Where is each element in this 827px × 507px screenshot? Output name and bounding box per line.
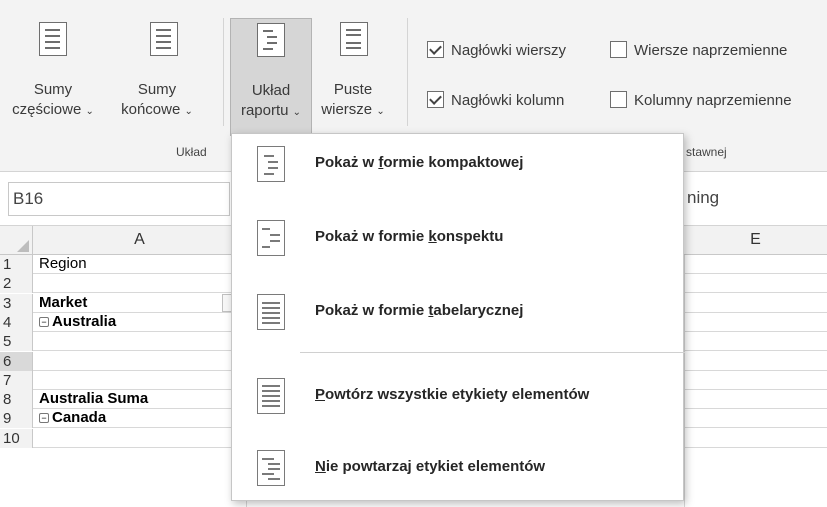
subtotals-button[interactable]: Sumy częściowe ⌄ [8,18,98,136]
grand-totals-label-1: Sumy [137,81,177,98]
chevron-down-icon: ⌄ [376,106,385,117]
blank-rows-label-2: wiersze [321,101,373,118]
blank-rows-icon [340,22,368,56]
chevron-down-icon: ⌄ [85,106,94,117]
row-header[interactable]: 10 [0,428,33,448]
cell-a[interactable]: Market [36,294,246,313]
row-header[interactable]: 8 [0,390,33,410]
cell-a[interactable] [36,429,246,448]
cell-a[interactable] [36,274,246,293]
compact-form-icon [257,146,285,182]
collapse-icon[interactable]: − [39,413,49,424]
style-group-label: stawnej [686,145,727,159]
cell-text: Australia Suma [39,390,149,408]
cell-a[interactable]: Region [36,255,246,274]
grand-totals-button[interactable]: Sumy końcowe ⌄ [97,18,217,136]
row-headers-checkbox[interactable]: Nagłówki wierszy [427,41,566,59]
chevron-down-icon: ⌄ [292,107,302,118]
cell-a[interactable]: − Australia [36,313,246,332]
banded-rows-checkbox[interactable]: Wiersze naprzemienne [610,41,787,59]
row-header[interactable]: 5 [0,332,33,352]
column-header-e[interactable]: E [684,226,827,255]
menu-item-outline-form[interactable]: Pokaż w formie konspektu [232,208,685,268]
checkbox-unchecked-icon [610,91,627,108]
repeat-labels-icon [257,378,285,414]
row-header[interactable]: 6 [0,351,33,371]
banded-columns-checkbox[interactable]: Kolumny naprzemienne [610,91,792,109]
cell-a[interactable] [36,352,246,371]
cell-a[interactable]: − Canada [36,409,246,428]
column-header-a[interactable]: A [34,226,246,255]
ribbon-separator [223,18,224,126]
cell-text: Canada [52,409,107,427]
menu-item-tabular-form[interactable]: Pokaż w formie tabelarycznej [232,282,685,342]
formula-content[interactable]: ning [687,188,719,208]
row-header[interactable]: 3 [0,293,33,313]
row-header[interactable]: 9 [0,409,33,429]
chevron-down-icon: ⌄ [184,106,193,117]
row-header[interactable]: 7 [0,370,33,390]
checkbox-checked-icon [427,41,444,58]
column-headers-checkbox[interactable]: Nagłówki kolumn [427,91,564,109]
cell-a[interactable] [36,371,246,390]
row-header[interactable]: 1 [0,255,33,274]
ribbon-separator [407,18,408,126]
outline-form-icon [257,220,285,256]
menu-separator [300,352,685,353]
report-layout-menu: Pokaż w formie kompaktowej Pokaż w formi… [231,133,685,501]
checkbox-unchecked-icon [610,41,627,58]
subtotals-label-2: częściowe [12,101,82,118]
subtotals-icon [39,22,67,56]
report-layout-label-1: Układ [251,82,291,99]
collapse-icon[interactable]: − [39,316,49,327]
report-layout-icon [257,23,285,57]
checkbox-checked-icon [427,91,444,108]
cell-text: Region [39,255,87,272]
layout-group-label: Układ [176,145,207,159]
cell-a[interactable] [36,332,246,351]
report-layout-button[interactable]: Układ raportu ⌄ [230,18,312,136]
row-header[interactable]: 2 [0,274,33,294]
subtotals-label-1: Sumy [33,81,73,98]
report-layout-label-2: raportu [240,102,289,119]
grand-totals-icon [150,22,178,56]
menu-item-no-repeat-labels[interactable]: Nie powtarzaj etykiet elementów [232,438,685,498]
no-repeat-labels-icon [257,450,285,486]
cell-text: Market [39,293,88,311]
blank-rows-label-1: Puste [333,81,373,98]
name-box[interactable]: B16 [8,182,230,216]
menu-item-compact-form[interactable]: Pokaż w formie kompaktowej [232,134,685,194]
blank-rows-button[interactable]: Puste wiersze ⌄ [312,18,394,136]
grand-totals-label-2: końcowe [121,101,181,118]
menu-item-repeat-labels[interactable]: Powtórz wszystkie etykiety elementów [232,366,685,426]
cell-text: Australia [52,312,117,330]
row-header[interactable]: 4 [0,312,33,332]
cell-a[interactable]: Australia Suma [36,390,246,409]
tabular-form-icon [257,294,285,330]
select-all-button[interactable] [0,226,33,255]
